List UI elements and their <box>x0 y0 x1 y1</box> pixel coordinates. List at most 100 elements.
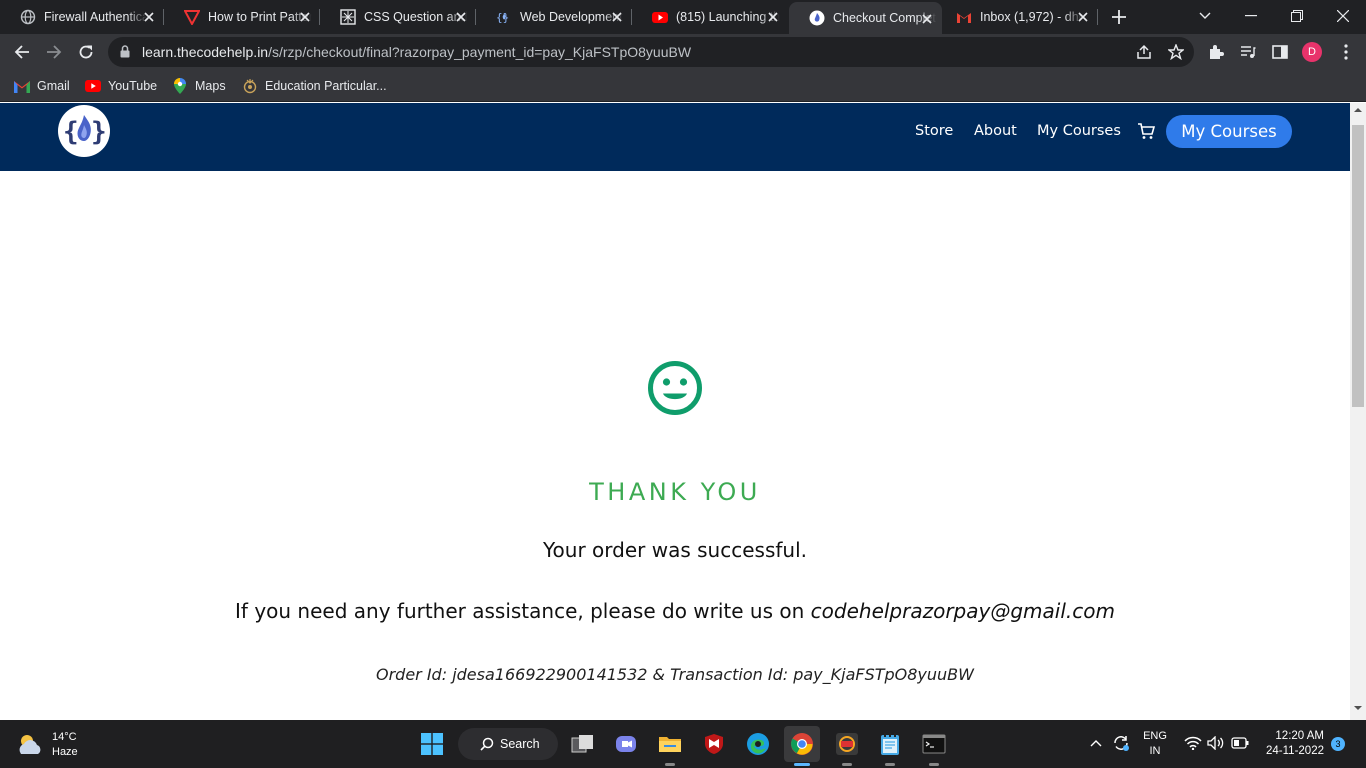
scroll-down-arrow-icon[interactable] <box>1354 705 1362 711</box>
bookmark-label: Maps <box>195 79 226 93</box>
nav-my-courses[interactable]: My Courses <box>1037 123 1121 139</box>
teams-chat-button[interactable] <box>608 726 644 762</box>
tab-print-pattern[interactable]: How to Print Pattern <box>164 0 320 34</box>
close-tab-icon[interactable] <box>1076 10 1090 24</box>
minimize-button[interactable] <box>1228 0 1274 32</box>
wifi-icon[interactable] <box>1183 732 1203 754</box>
terminal-button[interactable] <box>916 726 952 766</box>
terminal-icon <box>922 734 946 754</box>
smiley-icon <box>648 361 702 415</box>
forward-button[interactable] <box>40 38 68 66</box>
close-tab-icon[interactable] <box>142 10 156 24</box>
app-custom-button[interactable] <box>829 726 865 766</box>
scrollbar-thumb[interactable] <box>1352 125 1364 407</box>
close-window-button[interactable] <box>1320 0 1366 32</box>
edge-button[interactable] <box>740 726 776 762</box>
task-view-button[interactable] <box>565 726 601 762</box>
extensions-icon[interactable] <box>1206 42 1226 62</box>
share-icon[interactable] <box>1135 43 1153 61</box>
tab-checkout-complete[interactable]: Checkout Complete <box>789 2 942 34</box>
order-transaction-info: Order Id: jdesa166922900141532 & Transac… <box>376 665 974 684</box>
tab-gmail-inbox[interactable]: Inbox (1,972) - dhruv <box>942 0 1098 34</box>
address-bar[interactable]: learn.thecodehelp.in/s/rzp/checkout/fina… <box>108 37 1194 67</box>
codehelp-logo[interactable]: { } <box>58 105 110 157</box>
assistance-prefix: If you need any further assistance, plea… <box>235 599 811 623</box>
thank-you-heading: THANK YOU <box>589 478 761 506</box>
mcafee-button[interactable] <box>696 726 732 762</box>
css-icon <box>340 9 356 25</box>
running-indicator <box>842 763 852 766</box>
close-tab-icon[interactable] <box>454 10 468 24</box>
language-indicator[interactable]: ENG IN <box>1140 729 1170 759</box>
page-scrollbar[interactable] <box>1350 103 1366 720</box>
youtube-icon <box>652 9 668 25</box>
bookmark-youtube[interactable]: YouTube <box>85 76 157 96</box>
running-indicator <box>885 763 895 766</box>
bookmark-education[interactable]: Education Particular... <box>242 76 387 96</box>
chat-icon <box>616 736 636 752</box>
reload-button[interactable] <box>72 38 100 66</box>
chevron-up-icon <box>1090 740 1102 747</box>
media-control-icon[interactable] <box>1238 42 1258 62</box>
url-text[interactable]: learn.thecodehelp.in/s/rzp/checkout/fina… <box>142 44 691 60</box>
support-email: codehelprazorpay@gmail.com <box>810 599 1115 623</box>
back-button[interactable] <box>8 38 36 66</box>
chrome-button[interactable] <box>784 726 820 766</box>
bookmarks-bar: Gmail YouTube Maps Education Particular.… <box>0 70 1366 102</box>
close-tab-icon[interactable] <box>920 12 934 26</box>
bookmark-maps[interactable]: Maps <box>172 76 226 96</box>
tab-search-button[interactable] <box>1182 0 1228 32</box>
scroll-up-arrow-icon[interactable] <box>1354 107 1362 113</box>
restore-button[interactable] <box>1274 0 1320 32</box>
svg-text:}: } <box>91 117 107 147</box>
nav-about[interactable]: About <box>974 123 1017 139</box>
start-button[interactable] <box>414 726 450 762</box>
tab-css-question[interactable]: CSS Question and Answer <box>320 0 476 34</box>
menu-icon[interactable] <box>1336 42 1356 62</box>
bookmark-star-icon[interactable] <box>1167 43 1185 61</box>
battery-icon[interactable] <box>1230 732 1250 754</box>
codehelp-icon <box>809 10 825 26</box>
nav-store[interactable]: Store <box>915 123 953 139</box>
lock-icon[interactable] <box>120 45 130 63</box>
system-clock[interactable]: 12:20 AM 24-11-2022 <box>1258 729 1324 759</box>
weather-widget[interactable]: 14°C Haze <box>14 728 78 762</box>
tab-title: Inbox (1,972) - dhruv <box>980 10 1084 24</box>
bookmark-gmail[interactable]: Gmail <box>14 76 70 96</box>
browser-tab-strip: Firewall Authentication How to Print Pat… <box>0 0 1366 34</box>
tab-web-development[interactable]: {} Web Development <box>476 0 632 34</box>
cart-icon[interactable] <box>1137 122 1156 140</box>
file-explorer-button[interactable] <box>652 726 688 766</box>
my-courses-button[interactable]: My Courses <box>1166 115 1292 148</box>
show-hidden-icons-button[interactable] <box>1088 732 1104 754</box>
volume-icon[interactable] <box>1206 732 1226 754</box>
youtube-icon <box>85 78 101 94</box>
tab-firewall[interactable]: Firewall Authentication <box>0 0 164 34</box>
browser-toolbar: learn.thecodehelp.in/s/rzp/checkout/fina… <box>0 34 1366 70</box>
url-host: learn.thecodehelp.in <box>142 44 269 60</box>
maps-icon <box>172 78 188 94</box>
notification-badge[interactable]: 3 <box>1331 737 1345 751</box>
side-panel-icon[interactable] <box>1270 42 1290 62</box>
edge-icon <box>747 733 769 755</box>
windows-icon <box>421 733 443 755</box>
weather-haze-icon <box>19 735 41 754</box>
search-label: Search <box>500 737 540 751</box>
gmail-icon <box>956 9 972 25</box>
gmail-icon <box>14 78 30 94</box>
running-indicator <box>794 763 810 766</box>
notepad-icon <box>881 733 899 755</box>
close-tab-icon[interactable] <box>766 10 780 24</box>
sync-status-icon[interactable] <box>1111 732 1131 754</box>
close-tab-icon[interactable] <box>610 10 624 24</box>
bookmark-label: Gmail <box>37 79 70 93</box>
new-tab-button[interactable] <box>1108 6 1130 28</box>
folder-icon <box>659 737 681 752</box>
taskbar-search[interactable]: Search <box>458 728 558 760</box>
profile-avatar[interactable]: D <box>1302 42 1322 62</box>
tab-youtube-launching[interactable]: (815) Launching the <box>632 0 788 34</box>
windows-taskbar: 14°C Haze Search ENG IN 12:20 AM 24-11-2… <box>0 720 1366 768</box>
close-tab-icon[interactable] <box>298 10 312 24</box>
weather-temp: 14°C <box>52 731 77 743</box>
notepad-button[interactable] <box>872 726 908 766</box>
